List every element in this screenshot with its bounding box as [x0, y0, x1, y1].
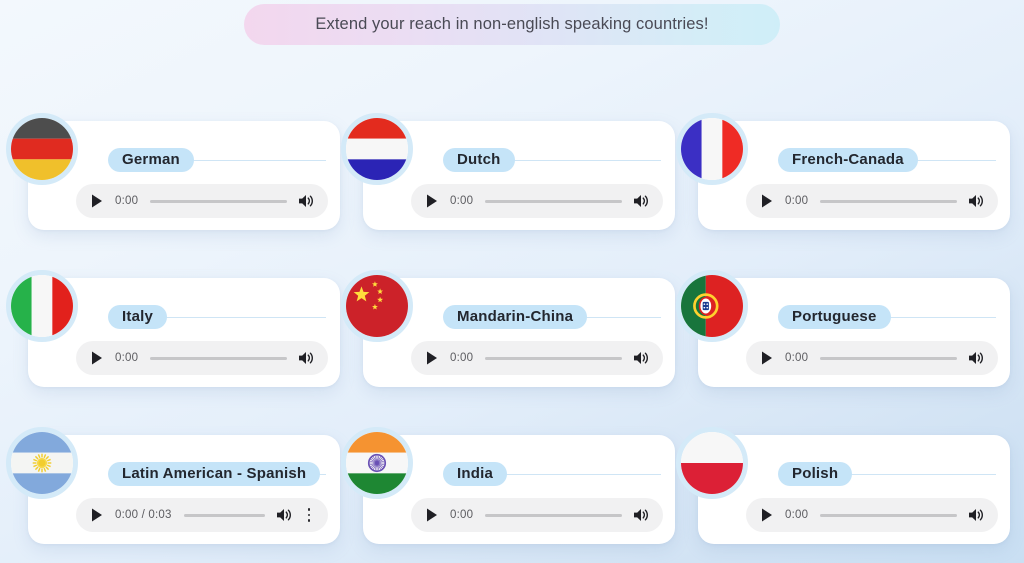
volume-icon[interactable] — [634, 194, 650, 208]
volume-icon[interactable] — [634, 351, 650, 365]
title-divider — [506, 159, 661, 161]
audio-player[interactable]: 0:00 — [746, 184, 998, 218]
card-title-row: Latin American - Spanish — [108, 462, 326, 486]
language-label-pill: Portuguese — [778, 305, 891, 329]
play-icon[interactable] — [425, 351, 439, 365]
card-title-row: Dutch — [443, 148, 661, 172]
volume-icon[interactable] — [969, 194, 985, 208]
audio-time-display: 0:00 — [785, 509, 809, 521]
language-card-grid: German 0:00 Dutch 0:00 French-Canada 0:00 Ital… — [0, 113, 1024, 549]
language-label-pill: Polish — [778, 462, 853, 486]
argentina-flag-icon — [6, 427, 78, 499]
audio-player[interactable]: 0:00 — [76, 341, 328, 375]
card-title-row: Italy — [108, 305, 326, 329]
play-icon[interactable] — [760, 508, 774, 522]
audio-player[interactable]: 0:00 — [411, 341, 663, 375]
audio-progress-track[interactable] — [485, 356, 622, 360]
audio-player[interactable]: 0:00 / 0:03 — [76, 498, 328, 532]
audio-progress-track[interactable] — [183, 513, 265, 517]
germany-flag-icon — [6, 113, 78, 185]
card-title-row: French-Canada — [778, 148, 996, 172]
audio-player[interactable]: 0:00 — [746, 341, 998, 375]
audio-progress-track[interactable] — [820, 356, 957, 360]
header-banner: Extend your reach in non-english speakin… — [244, 4, 780, 45]
audio-progress-track[interactable] — [485, 199, 622, 203]
language-card: Portuguese 0:00 — [676, 270, 1010, 392]
audio-progress-track[interactable] — [150, 199, 287, 203]
play-icon[interactable] — [90, 508, 104, 522]
netherlands-flag-icon — [341, 113, 413, 185]
audio-time-display: 0:00 — [115, 195, 139, 207]
play-icon[interactable] — [760, 194, 774, 208]
audio-player[interactable]: 0:00 — [411, 184, 663, 218]
title-divider — [499, 473, 661, 475]
card-title-row: India — [443, 462, 661, 486]
title-divider — [185, 159, 326, 161]
audio-time-display: 0:00 — [785, 352, 809, 364]
play-icon[interactable] — [90, 194, 104, 208]
title-divider — [909, 159, 996, 161]
volume-icon[interactable] — [969, 351, 985, 365]
language-label-pill: Italy — [108, 305, 168, 329]
language-card: Mandarin-China 0:00 — [341, 270, 675, 392]
audio-time-display: 0:00 — [450, 352, 474, 364]
audio-progress-track[interactable] — [820, 199, 957, 203]
audio-progress-track[interactable] — [485, 513, 622, 517]
play-icon[interactable] — [425, 194, 439, 208]
language-label-pill: India — [443, 462, 508, 486]
volume-icon[interactable] — [299, 351, 315, 365]
card-title-row: German — [108, 148, 326, 172]
language-card: India 0:00 — [341, 427, 675, 549]
audio-time-display: 0:00 — [785, 195, 809, 207]
language-card: Dutch 0:00 — [341, 113, 675, 235]
title-divider — [159, 316, 326, 318]
language-card: German 0:00 — [6, 113, 340, 235]
portugal-flag-icon — [676, 270, 748, 342]
audio-time-display: 0:00 — [115, 352, 139, 364]
language-card: French-Canada 0:00 — [676, 113, 1010, 235]
audio-time-display: 0:00 — [450, 509, 474, 521]
audio-time-display: 0:00 / 0:03 — [115, 509, 172, 521]
header-banner-container: Extend your reach in non-english speakin… — [0, 0, 1024, 45]
title-divider — [882, 316, 996, 318]
audio-player[interactable]: 0:00 — [76, 184, 328, 218]
audio-time-display: 0:00 — [450, 195, 474, 207]
card-title-row: Polish — [778, 462, 996, 486]
audio-player[interactable]: 0:00 — [411, 498, 663, 532]
france-flag-icon — [676, 113, 748, 185]
italy-flag-icon — [6, 270, 78, 342]
poland-flag-icon — [676, 427, 748, 499]
volume-icon[interactable] — [634, 508, 650, 522]
play-icon[interactable] — [90, 351, 104, 365]
play-icon[interactable] — [425, 508, 439, 522]
title-divider — [579, 316, 661, 318]
language-label-pill: Dutch — [443, 148, 515, 172]
card-title-row: Mandarin-China — [443, 305, 661, 329]
volume-icon[interactable] — [969, 508, 985, 522]
language-label-pill: French-Canada — [778, 148, 918, 172]
title-divider — [844, 473, 996, 475]
audio-progress-track[interactable] — [150, 356, 287, 360]
header-banner-text: Extend your reach in non-english speakin… — [315, 15, 709, 33]
volume-icon[interactable] — [277, 508, 293, 522]
kebab-menu-icon[interactable] — [303, 507, 315, 523]
language-card: Polish 0:00 — [676, 427, 1010, 549]
audio-progress-track[interactable] — [820, 513, 957, 517]
language-label-pill: Mandarin-China — [443, 305, 588, 329]
language-label-pill: Latin American - Spanish — [108, 462, 321, 486]
india-flag-icon — [341, 427, 413, 499]
china-flag-icon — [341, 270, 413, 342]
language-card: Latin American - Spanish 0:00 / 0:03 — [6, 427, 340, 549]
card-title-row: Portuguese — [778, 305, 996, 329]
audio-player[interactable]: 0:00 — [746, 498, 998, 532]
language-card: Italy 0:00 — [6, 270, 340, 392]
language-label-pill: German — [108, 148, 194, 172]
volume-icon[interactable] — [299, 194, 315, 208]
play-icon[interactable] — [760, 351, 774, 365]
